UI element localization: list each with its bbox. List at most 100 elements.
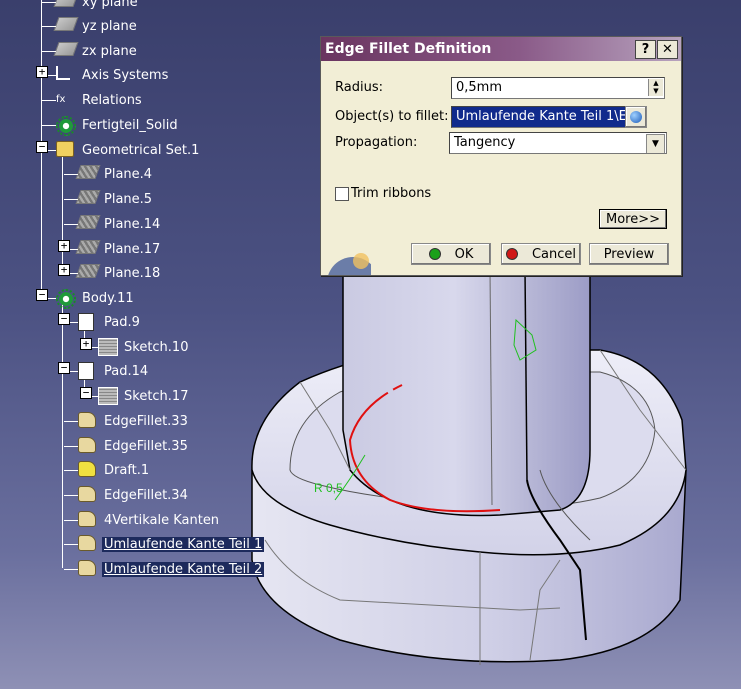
globe-list-icon (630, 111, 642, 123)
tree-item[interactable]: EdgeFillet.34 (78, 485, 190, 505)
ok-button[interactable]: OK (411, 243, 491, 265)
tree-item[interactable]: Pad.14 (78, 361, 150, 381)
tree-connector (64, 224, 78, 225)
radius-annotation[interactable]: R 0,5 (314, 481, 343, 495)
tree-item-label: Umlaufende Kante Teil 1 (102, 536, 265, 552)
tree-item[interactable]: Plane.4 (75, 164, 154, 184)
tree-item-label: Relations (82, 92, 142, 108)
relations-icon: fx (56, 94, 66, 105)
tree-expander-icon[interactable]: + (58, 264, 70, 276)
tree-expander-icon[interactable]: + (80, 338, 92, 350)
tree-item[interactable]: Umlaufende Kante Teil 2 (78, 559, 265, 579)
tree-item[interactable]: Sketch.10 (98, 337, 190, 357)
pad-icon (78, 362, 98, 380)
tree-item-label: Plane.17 (104, 241, 161, 257)
spin-up-icon[interactable]: ▲ (649, 79, 663, 87)
tree-expander-icon[interactable]: − (58, 313, 70, 325)
tree-expander-icon[interactable]: − (80, 387, 92, 399)
edge-fillet-icon (78, 560, 98, 578)
tree-item[interactable]: Plane.14 (75, 214, 162, 234)
ok-icon (428, 248, 441, 260)
tree-item-label: xy plane (82, 0, 138, 10)
more-label: More>> (605, 211, 660, 227)
more-button[interactable]: More>> (599, 209, 667, 229)
cancel-icon (505, 248, 518, 260)
tree-item-label: yz plane (82, 18, 137, 34)
plane-icon (75, 264, 101, 282)
tree-connector (64, 421, 78, 422)
tree-item[interactable]: EdgeFillet.33 (78, 411, 190, 431)
radius-spinner[interactable]: ▲ ▼ (648, 79, 663, 96)
tree-expander-icon[interactable]: − (36, 141, 48, 153)
tree-connector (42, 26, 56, 27)
plane-icon (75, 165, 101, 183)
edit-selection-button[interactable] (625, 106, 647, 128)
spin-down-icon[interactable]: ▼ (649, 87, 663, 95)
tree-item[interactable]: xy plane (53, 0, 140, 12)
edge-fillet-icon (78, 535, 98, 553)
tree-item-label: EdgeFillet.33 (104, 413, 188, 429)
ok-label: OK (454, 246, 474, 262)
dialog-title: Edge Fillet Definition (325, 41, 492, 57)
tree-item-label: Plane.4 (104, 166, 153, 182)
radius-field[interactable]: 0,5mm ▲ ▼ (451, 77, 665, 99)
edge-fillet-icon (78, 412, 98, 430)
tree-item-label: Plane.5 (104, 191, 153, 207)
tree-item[interactable]: Axis Systems (56, 65, 170, 85)
radius-label: Radius: (335, 80, 383, 95)
edge-fillet-dialog: Edge Fillet Definition ? ✕ Radius: 0,5mm… (320, 36, 682, 276)
tree-item-label: Pad.9 (104, 314, 140, 330)
radius-value: 0,5mm (456, 80, 503, 95)
tree-expander-icon[interactable]: − (58, 362, 70, 374)
tree-item[interactable]: Sketch.17 (98, 386, 190, 406)
tree-item[interactable]: Umlaufende Kante Teil 1 (78, 534, 265, 554)
gear-icon (56, 116, 76, 136)
tree-expander-icon[interactable]: − (36, 289, 48, 301)
3d-viewport[interactable]: R 0,5 xy plane yz plane zx plane Axis Syste… (0, 0, 741, 689)
axis-system-icon (56, 66, 76, 84)
draft-icon (78, 461, 98, 479)
tree-item[interactable]: Geometrical Set.1 (56, 140, 201, 160)
specification-tree: xy plane yz plane zx plane Axis Systems fx Re… (0, 0, 300, 600)
propagation-dropdown[interactable]: Tangency ▼ (449, 132, 667, 154)
tree-item[interactable]: zx plane (53, 41, 139, 61)
tree-item[interactable]: Body.11 (56, 288, 136, 309)
tree-item[interactable]: 4Vertikale Kanten (78, 510, 221, 530)
tree-item[interactable]: Plane.18 (75, 263, 162, 283)
cancel-label: Cancel (531, 246, 577, 262)
objects-field[interactable]: Umlaufende Kante Teil 1\Ed (451, 106, 627, 128)
tree-item[interactable]: Draft.1 (78, 460, 151, 480)
tree-connector (64, 569, 78, 570)
tree-item-label: Pad.14 (104, 363, 149, 379)
tree-expander-icon[interactable]: + (36, 66, 48, 78)
tree-item[interactable]: Pad.9 (78, 312, 142, 332)
cylinder-body (342, 269, 591, 517)
cancel-button[interactable]: Cancel (501, 243, 581, 265)
tree-item-label: Sketch.10 (124, 339, 189, 355)
plane-icon (75, 240, 101, 258)
preview-button[interactable]: Preview (589, 243, 669, 265)
tree-item[interactable]: Fertigteil_Solid (56, 115, 180, 136)
tree-item[interactable]: yz plane (53, 16, 139, 36)
trim-ribbons-checkbox[interactable] (335, 187, 349, 201)
plane-icon (53, 42, 79, 60)
tree-item-label: EdgeFillet.35 (104, 438, 188, 454)
tree-item-label: Umlaufende Kante Teil 2 (102, 561, 265, 577)
tree-item[interactable]: fx Relations (56, 90, 144, 110)
close-button[interactable]: ✕ (657, 40, 678, 59)
tree-connector (64, 199, 78, 200)
tree-expander-icon[interactable]: + (58, 240, 70, 252)
sketch-icon (98, 387, 118, 405)
tree-item[interactable]: Plane.17 (75, 239, 162, 259)
tree-item-label: Plane.18 (104, 265, 161, 281)
chevron-down-icon[interactable]: ▼ (646, 134, 665, 153)
tree-connector (64, 174, 78, 175)
dialog-titlebar[interactable]: Edge Fillet Definition (321, 37, 681, 61)
plane-icon (53, 17, 79, 35)
help-button[interactable]: ? (635, 40, 656, 59)
tree-item-label: Plane.14 (104, 216, 161, 232)
pad-icon (78, 313, 98, 331)
tree-item-label: zx plane (82, 43, 137, 59)
tree-item[interactable]: Plane.5 (75, 189, 154, 209)
tree-item[interactable]: EdgeFillet.35 (78, 436, 190, 456)
